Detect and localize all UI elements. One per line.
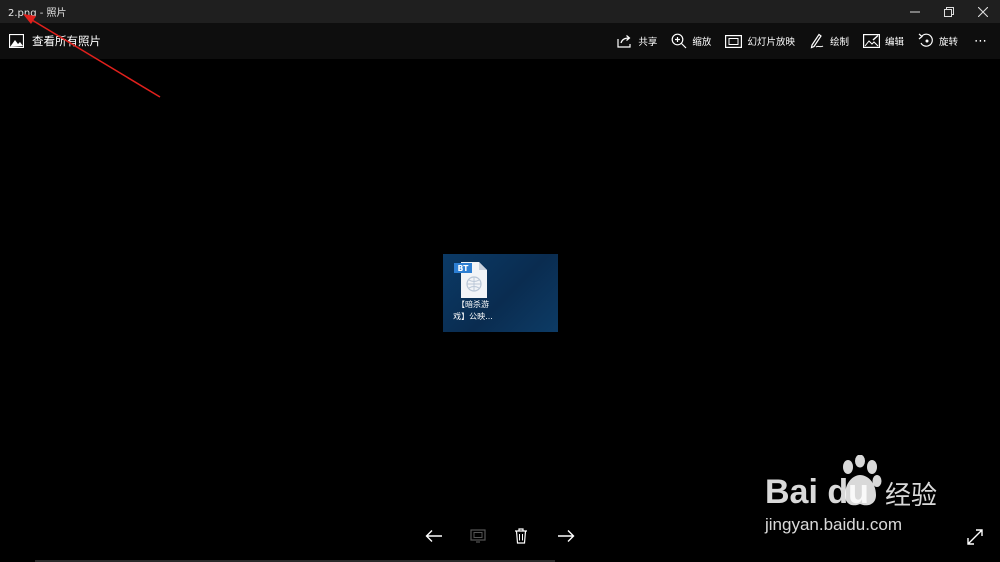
slideshow-icon — [725, 34, 743, 48]
toolbar-actions: 共享 缩放 幻灯片放映 绘制 编辑 旋转 ⋯ — [603, 33, 1000, 49]
window-title: 2.png - 照片 — [8, 8, 67, 19]
rotate-icon — [918, 33, 933, 47]
edit-button[interactable]: 编辑 — [862, 34, 904, 48]
restore-button[interactable] — [932, 0, 966, 23]
file-label-line1: 【暗杀游 — [457, 300, 489, 309]
share-icon — [617, 35, 632, 48]
delete-icon — [515, 528, 527, 544]
previous-arrow-icon — [425, 530, 442, 542]
rotate-button[interactable]: 旋转 — [918, 33, 958, 49]
zoom-icon — [672, 33, 687, 49]
close-button[interactable] — [966, 0, 1000, 23]
more-options-button[interactable]: ⋯ — [968, 34, 992, 49]
next-arrow-icon — [558, 530, 575, 542]
slideshow-button[interactable]: 幻灯片放映 — [725, 34, 795, 48]
watermark-cn: 经验 — [885, 481, 938, 511]
minimize-button[interactable] — [898, 0, 932, 23]
delete-button[interactable] — [510, 525, 532, 547]
share-label: 共享 — [638, 37, 658, 48]
baidu-jingyan-watermark: Bai du 经验 jingyan.baidu.com — [765, 455, 990, 545]
title-bar: 2.png - 照片 — [0, 0, 1000, 23]
slideshow-small-button[interactable] — [467, 525, 489, 547]
minimize-icon — [910, 11, 920, 12]
previous-button[interactable] — [423, 525, 445, 547]
watermark-url: jingyan.baidu.com — [765, 515, 903, 534]
next-button[interactable] — [555, 525, 577, 547]
displayed-photo: BT 【暗杀游 戏】公映... — [443, 254, 558, 332]
watermark-logo: Bai du — [765, 473, 869, 511]
restore-icon — [944, 6, 954, 17]
file-label-line2: 戏】公映... — [453, 312, 493, 321]
photo-toolbar: 查看所有照片 共享 缩放 幻灯片放映 绘制 编辑 旋转 ⋯ — [0, 23, 1000, 59]
see-all-photos-button[interactable]: 查看所有照片 — [0, 33, 101, 49]
file-badge: BT — [458, 264, 470, 273]
draw-button[interactable]: 绘制 — [809, 33, 849, 49]
slideshow-small-icon — [470, 529, 486, 543]
close-icon — [978, 6, 988, 17]
torrent-file-icon: BT — [454, 262, 487, 298]
rotate-label: 旋转 — [938, 37, 958, 48]
edit-label: 编辑 — [884, 37, 904, 48]
draw-label: 绘制 — [829, 37, 849, 48]
share-button[interactable]: 共享 — [617, 34, 657, 48]
file-label: 【暗杀游 戏】公映... — [445, 299, 501, 323]
zoom-button[interactable]: 缩放 — [671, 33, 711, 49]
slideshow-label: 幻灯片放映 — [747, 37, 795, 48]
window-controls — [898, 0, 1000, 23]
photos-icon — [9, 34, 24, 48]
zoom-label: 缩放 — [692, 37, 712, 48]
draw-icon — [810, 33, 824, 49]
see-all-photos-label: 查看所有照片 — [32, 34, 101, 48]
edit-icon — [862, 34, 880, 48]
